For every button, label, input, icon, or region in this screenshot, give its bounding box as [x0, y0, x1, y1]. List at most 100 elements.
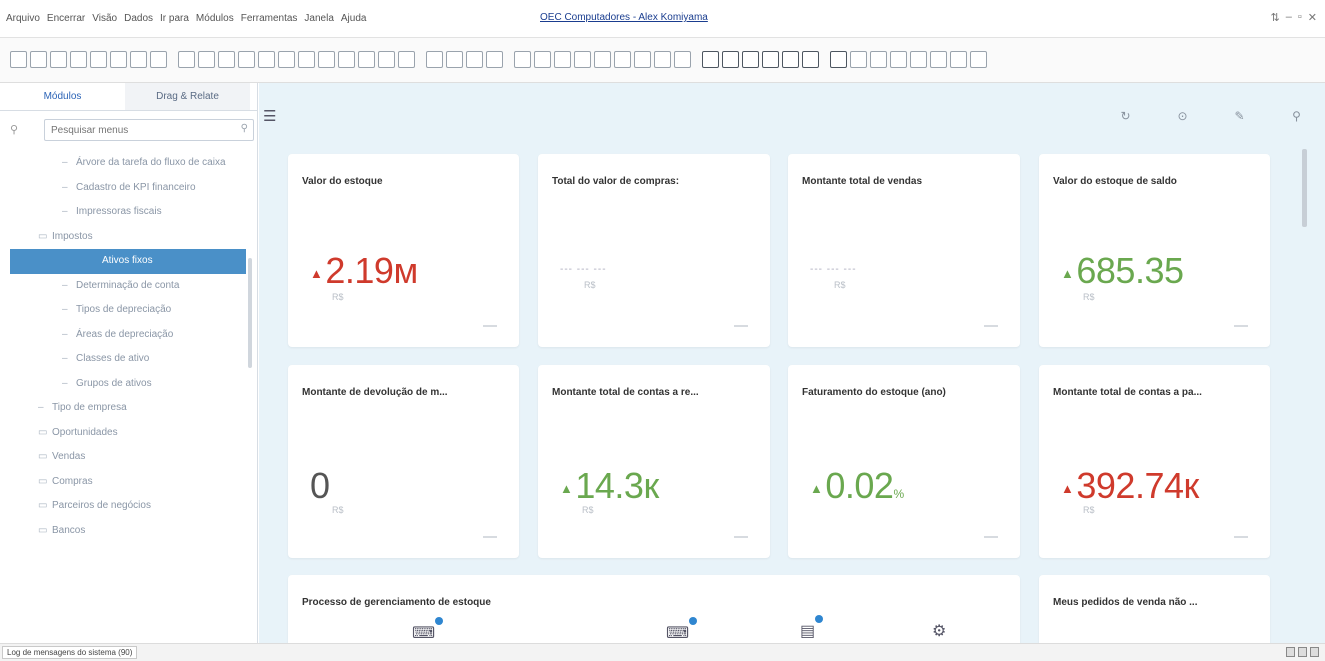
- toolbar-button-icon[interactable]: [674, 51, 691, 68]
- menu-ferramentas[interactable]: Ferramentas: [241, 13, 298, 24]
- toolbar-button-icon[interactable]: [378, 51, 395, 68]
- toolbar-button-icon[interactable]: [130, 51, 147, 68]
- toolbar-button-icon[interactable]: [574, 51, 591, 68]
- kpi-card[interactable]: Montante total de contas a re... ▲14.3к R$: [538, 365, 770, 558]
- menu-arquivo[interactable]: Arquivo: [6, 13, 40, 24]
- restore-icon[interactable]: ⇅: [1271, 11, 1280, 24]
- toolbar-button-icon[interactable]: [594, 51, 611, 68]
- tree-item[interactable]: ▭ Vendas: [0, 445, 246, 470]
- toolbar-button-icon[interactable]: [50, 51, 67, 68]
- menu-dados[interactable]: Dados: [124, 13, 153, 24]
- toolbar-button-icon[interactable]: [30, 51, 47, 68]
- toolbar-button-icon[interactable]: [426, 51, 443, 68]
- toolbar-button-icon[interactable]: [318, 51, 335, 68]
- tree-item[interactable]: ▭ Parceiros de negócios: [0, 494, 246, 519]
- toolbar-button-icon[interactable]: [178, 51, 195, 68]
- kpi-card[interactable]: Valor do estoque ▲2.19м R$: [288, 154, 519, 347]
- toolbar-button-icon[interactable]: [554, 51, 571, 68]
- toolbar-button-icon[interactable]: [614, 51, 631, 68]
- toolbar-button-icon[interactable]: [910, 51, 927, 68]
- menu-encerrar[interactable]: Encerrar: [47, 13, 85, 24]
- toolbar-button-icon[interactable]: [634, 51, 651, 68]
- tree-item[interactable]: ▭ Bancos: [0, 519, 246, 544]
- tree-item[interactable]: – Impressoras fiscais: [0, 200, 246, 225]
- tree-item[interactable]: ▭ Oportunidades: [0, 421, 246, 446]
- toolbar-button-icon[interactable]: [338, 51, 355, 68]
- tree-item[interactable]: – Cadastro de KPI financeiro: [0, 176, 246, 201]
- toolbar-button-icon[interactable]: [258, 51, 275, 68]
- kpi-card[interactable]: Montante de devolução de m... 0 R$: [288, 365, 519, 558]
- menu-search-input[interactable]: [44, 119, 254, 141]
- toolbar-button-icon[interactable]: [10, 51, 27, 68]
- menu-ajuda[interactable]: Ajuda: [341, 13, 367, 24]
- tree-item[interactable]: – Classes de ativo: [0, 347, 246, 372]
- toolbar-button-icon[interactable]: [742, 51, 759, 68]
- tree-item[interactable]: ▭ Compras: [0, 470, 246, 495]
- orders-card[interactable]: Meus pedidos de venda não ...: [1039, 575, 1270, 643]
- edit-icon[interactable]: ✎: [1211, 109, 1268, 123]
- toolbar-button-icon[interactable]: [514, 51, 531, 68]
- toolbar-button-icon[interactable]: [762, 51, 779, 68]
- refresh-icon[interactable]: ↻: [1097, 109, 1154, 123]
- status-icon[interactable]: [1310, 647, 1319, 657]
- toolbar-button-icon[interactable]: [70, 51, 87, 68]
- tree-item[interactable]: – Determinação de conta: [0, 274, 246, 299]
- menu-modulos[interactable]: Módulos: [196, 13, 234, 24]
- kpi-card[interactable]: Montante total de contas a pa... ▲392.74к…: [1039, 365, 1270, 558]
- toolbar-button-icon[interactable]: [970, 51, 987, 68]
- toolbar-button-icon[interactable]: [398, 51, 415, 68]
- toolbar-button-icon[interactable]: [446, 51, 463, 68]
- toolbar-button-icon[interactable]: [830, 51, 847, 68]
- minimize-icon[interactable]: –: [1286, 11, 1292, 24]
- tree-item[interactable]: – Grupos de ativos: [0, 372, 246, 397]
- toolbar-button-icon[interactable]: [278, 51, 295, 68]
- tree-item[interactable]: Ativos fixos: [10, 249, 246, 274]
- kpi-card[interactable]: Total do valor de compras: --- --- --- R$: [538, 154, 770, 347]
- toolbar-button-icon[interactable]: [150, 51, 167, 68]
- toolbar-button-icon[interactable]: [90, 51, 107, 68]
- widget-icon[interactable]: ⊙: [1154, 109, 1211, 123]
- search-tools-icon[interactable]: ⚲: [10, 123, 18, 136]
- toolbar-button-icon[interactable]: [850, 51, 867, 68]
- status-icon[interactable]: [1298, 647, 1307, 657]
- tree-item[interactable]: – Tipos de depreciação: [0, 298, 246, 323]
- toolbar-button-icon[interactable]: [358, 51, 375, 68]
- toolbar-button-icon[interactable]: [534, 51, 551, 68]
- toolbar-button-icon[interactable]: [950, 51, 967, 68]
- menu-visao[interactable]: Visão: [92, 13, 117, 24]
- toolbar-button-icon[interactable]: [198, 51, 215, 68]
- toolbar-button-icon[interactable]: [870, 51, 887, 68]
- toolbar-button-icon[interactable]: [238, 51, 255, 68]
- cart-icon[interactable]: ⌨: [666, 617, 698, 643]
- maximize-icon[interactable]: ▫: [1298, 11, 1302, 24]
- tree-item[interactable]: – Árvore da tarefa do fluxo de caixa: [0, 151, 246, 176]
- toolbar-button-icon[interactable]: [218, 51, 235, 68]
- sidebar-scrollbar[interactable]: [248, 258, 252, 368]
- status-icon[interactable]: [1286, 647, 1295, 657]
- main-scrollbar[interactable]: [1302, 149, 1307, 227]
- tab-modulos[interactable]: Módulos: [0, 83, 125, 110]
- warehouse-icon[interactable]: ⚙: [932, 621, 946, 641]
- toolbar-button-icon[interactable]: [782, 51, 799, 68]
- kpi-card[interactable]: Faturamento do estoque (ano) ▲0.02%: [788, 365, 1020, 558]
- toolbar-button-icon[interactable]: [722, 51, 739, 68]
- tab-drag-relate[interactable]: Drag & Relate: [125, 83, 250, 110]
- toolbar-button-icon[interactable]: [890, 51, 907, 68]
- toolbar-button-icon[interactable]: [654, 51, 671, 68]
- process-card[interactable]: Processo de gerenciamento de estoque ⌨ ⌨…: [288, 575, 1020, 643]
- hamburger-icon[interactable]: ☰: [263, 107, 276, 125]
- toolbar-button-icon[interactable]: [930, 51, 947, 68]
- cart-icon[interactable]: ⌨: [412, 617, 444, 643]
- system-message-log[interactable]: Log de mensagens do sistema (90): [2, 646, 138, 659]
- toolbar-button-icon[interactable]: [110, 51, 127, 68]
- menu-janela[interactable]: Janela: [304, 13, 333, 24]
- toolbar-button-icon[interactable]: [466, 51, 483, 68]
- kpi-card[interactable]: Montante total de vendas --- --- --- R$: [788, 154, 1020, 347]
- toolbar-button-icon[interactable]: [486, 51, 503, 68]
- search-icon[interactable]: ⚲: [1268, 109, 1325, 123]
- toolbar-button-icon[interactable]: [802, 51, 819, 68]
- close-icon[interactable]: ✕: [1308, 11, 1317, 24]
- tree-item[interactable]: – Áreas de depreciação: [0, 323, 246, 348]
- toolbar-button-icon[interactable]: [702, 51, 719, 68]
- tree-item[interactable]: – Tipo de empresa: [0, 396, 246, 421]
